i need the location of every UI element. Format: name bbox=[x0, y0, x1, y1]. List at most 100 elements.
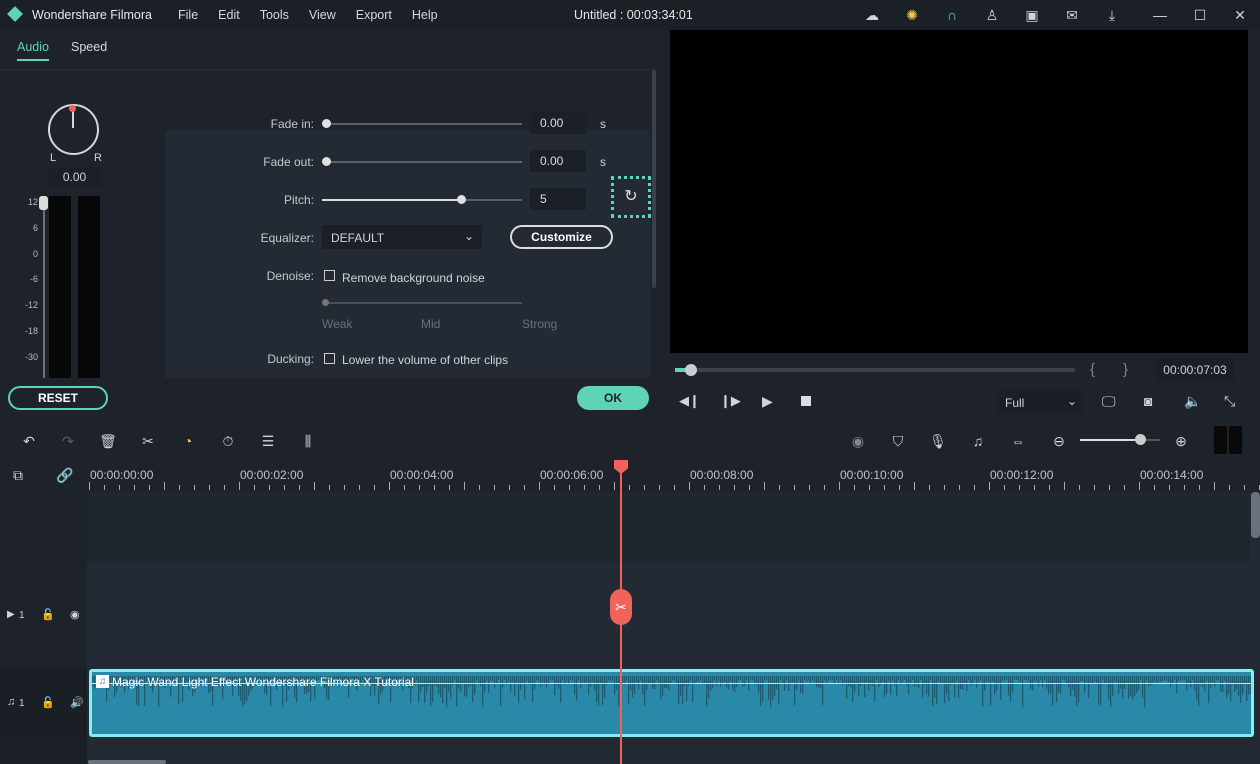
playback-progress[interactable] bbox=[675, 364, 1075, 376]
tab-speed[interactable]: Speed bbox=[71, 40, 107, 54]
delete-icon[interactable]: 🗑 bbox=[99, 432, 117, 450]
reset-pitch-button[interactable]: ↻ bbox=[611, 176, 651, 218]
headset-icon[interactable]: ∩ bbox=[943, 6, 961, 24]
snapshot-icon[interactable]: ◙ bbox=[1144, 393, 1152, 409]
ducking-checkbox[interactable] bbox=[324, 353, 335, 364]
lock-icon[interactable]: 🔓 bbox=[41, 608, 55, 621]
pan-knob[interactable] bbox=[48, 104, 99, 155]
play-icon[interactable]: ▶ bbox=[762, 393, 773, 410]
ruler-label: 00:00:10:00 bbox=[840, 468, 904, 482]
denoise-checkbox[interactable] bbox=[324, 270, 335, 281]
pan-right-label: R bbox=[94, 152, 102, 164]
layout-left-icon[interactable] bbox=[1214, 426, 1227, 454]
menu-file[interactable]: File bbox=[178, 8, 198, 22]
video-track-header: ▶ 1 🔓 ◉ bbox=[0, 563, 87, 667]
split-scissors-button[interactable]: ✂ bbox=[610, 589, 632, 625]
download-icon[interactable]: ⤓ bbox=[1103, 6, 1121, 24]
equalizer-label: Equalizer: bbox=[260, 231, 314, 245]
speaker-icon[interactable]: 🔊 bbox=[70, 696, 84, 709]
display-icon[interactable]: 🖵 bbox=[1102, 393, 1116, 410]
ok-button[interactable]: OK bbox=[577, 386, 649, 410]
timeline-zoom-slider[interactable] bbox=[1080, 434, 1160, 445]
denoise-checkbox-label: Remove background noise bbox=[342, 271, 485, 285]
audio-wave-icon[interactable]: ⫼ bbox=[299, 432, 317, 450]
pitch-slider[interactable] bbox=[322, 195, 522, 204]
ruler-tick bbox=[239, 482, 240, 490]
zoom-out-icon[interactable]: ⊖ bbox=[1050, 432, 1068, 450]
ruler-tick bbox=[524, 485, 525, 490]
account-icon[interactable]: ♙ bbox=[983, 6, 1001, 24]
marker-icon[interactable]: ⛉ bbox=[889, 432, 907, 450]
ruler-tick bbox=[869, 485, 870, 490]
stop-icon[interactable] bbox=[801, 396, 811, 406]
ruler-tick bbox=[1184, 485, 1185, 490]
mark-in-button[interactable]: { bbox=[1090, 361, 1095, 378]
menu-help[interactable]: Help bbox=[412, 8, 438, 22]
ruler-tick bbox=[494, 485, 495, 490]
fade-in-slider[interactable] bbox=[322, 119, 522, 128]
equalizer-select[interactable]: DEFAULT ⌄ bbox=[322, 225, 482, 249]
ducking-label: Ducking: bbox=[267, 352, 314, 366]
player-controls: { } 00:00:07:03 ◀❙ ❙▶ ▶ Full ⌄ 🖵 ◙ 🔈 ⤡ bbox=[659, 353, 1260, 418]
bulb-icon[interactable]: ✺ bbox=[903, 6, 921, 24]
music-list-icon[interactable]: ♫ bbox=[969, 432, 987, 450]
next-frame-icon[interactable]: ❙▶ bbox=[720, 393, 741, 409]
fullscreen-icon[interactable]: ⤡ bbox=[1224, 393, 1235, 410]
fade-out-slider[interactable] bbox=[322, 157, 522, 166]
undo-icon[interactable]: ↶ bbox=[20, 432, 38, 450]
customize-button[interactable]: Customize bbox=[510, 225, 613, 249]
zoom-in-icon[interactable]: ⊕ bbox=[1172, 432, 1190, 450]
meter-scale-label: 0 bbox=[32, 248, 38, 259]
timeline-ruler[interactable]: ⧉ 🔗 00:00:00:00 00:00:02:00 00:00:04:00 00:… bbox=[0, 460, 1260, 492]
microphone-icon[interactable]: 🎙 bbox=[929, 432, 947, 450]
save-icon[interactable]: ▣ bbox=[1023, 6, 1041, 24]
menu-export[interactable]: Export bbox=[356, 8, 392, 22]
current-timecode: 00:00:07:03 bbox=[1156, 358, 1234, 382]
maximize-icon[interactable]: ☐ bbox=[1191, 6, 1209, 24]
timeline-v-scrollbar[interactable] bbox=[1251, 492, 1260, 538]
app-name: Wondershare Filmora bbox=[32, 8, 152, 22]
cloud-icon[interactable]: ☁ bbox=[863, 6, 881, 24]
ruler-tick bbox=[269, 485, 270, 490]
fade-in-input[interactable]: 0.00 bbox=[530, 112, 586, 134]
layout-right-icon[interactable] bbox=[1229, 426, 1242, 454]
minimize-icon[interactable]: — bbox=[1151, 6, 1169, 24]
mark-out-button[interactable]: } bbox=[1123, 361, 1128, 378]
reset-button[interactable]: RESET bbox=[8, 386, 108, 410]
audio-clip[interactable]: ♫ Magic Wand Light Effect Wondershare Fi… bbox=[89, 669, 1254, 737]
pitch-input[interactable]: 5 bbox=[530, 188, 586, 210]
ducking-checkbox-label: Lower the volume of other clips bbox=[342, 353, 509, 367]
timeline-h-scrollbar[interactable] bbox=[88, 760, 166, 764]
mail-icon[interactable]: ✉ bbox=[1063, 6, 1081, 24]
add-track-icon[interactable]: ⧉ bbox=[13, 467, 23, 484]
volume-slider-track[interactable] bbox=[43, 196, 45, 378]
cut-icon[interactable]: ✂ bbox=[139, 432, 157, 450]
panel-scrollbar[interactable] bbox=[652, 70, 656, 288]
menu-edit[interactable]: Edit bbox=[218, 8, 240, 22]
duration-icon[interactable]: ⏱ bbox=[219, 432, 237, 450]
close-icon[interactable]: ✕ bbox=[1231, 6, 1249, 24]
tab-audio[interactable]: Audio bbox=[17, 40, 49, 61]
ruler-tick bbox=[449, 485, 450, 490]
fit-timeline-icon[interactable]: ⇔ bbox=[1009, 432, 1027, 450]
eye-icon[interactable]: ◉ bbox=[70, 608, 80, 621]
speed-icon[interactable]: ◔ bbox=[179, 432, 197, 450]
quality-select[interactable]: Full ⌄ bbox=[997, 390, 1083, 414]
ruler-tick bbox=[1139, 482, 1140, 490]
prev-frame-icon[interactable]: ◀❙ bbox=[679, 393, 700, 409]
render-preview-icon[interactable]: ◉ bbox=[849, 432, 867, 450]
menu-tools[interactable]: Tools bbox=[260, 8, 289, 22]
redo-icon[interactable]: ↷ bbox=[59, 432, 77, 450]
denoise-slider[interactable] bbox=[322, 299, 522, 306]
volume-slider-handle[interactable] bbox=[39, 196, 48, 210]
link-icon[interactable]: 🔗 bbox=[56, 467, 73, 484]
volume-icon[interactable]: 🔈 bbox=[1184, 393, 1201, 410]
ruler-tick bbox=[1019, 485, 1020, 490]
menu-view[interactable]: View bbox=[309, 8, 336, 22]
adjust-icon[interactable]: ☰ bbox=[259, 432, 277, 450]
ruler-tick bbox=[899, 485, 900, 490]
fade-out-input[interactable]: 0.00 bbox=[530, 150, 586, 172]
pan-left-label: L bbox=[50, 152, 57, 164]
lock-icon[interactable]: 🔓 bbox=[41, 696, 55, 709]
video-preview bbox=[670, 30, 1248, 353]
